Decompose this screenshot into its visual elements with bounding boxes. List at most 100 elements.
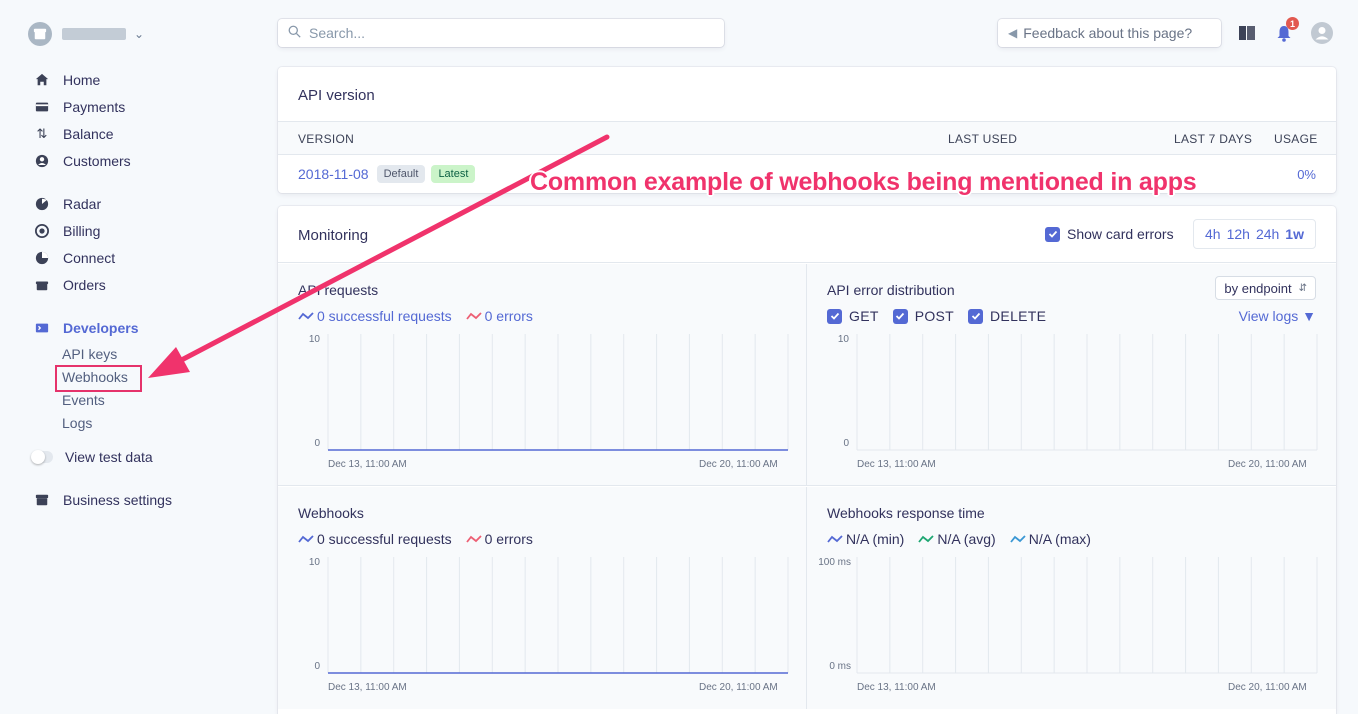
search-input[interactable] [309,25,689,41]
range-12h[interactable]: 12h [1227,226,1250,242]
api-error-distribution-panel: API error distribution by endpoint ⇵ GET… [807,264,1336,486]
x-tick-end: Dec 20, 11:00 AM [699,682,778,693]
chart-plot-area[interactable] [856,334,1318,451]
sidebar-subitem-api-keys[interactable]: API keys [62,344,117,364]
trend-line-icon [298,312,314,320]
sidebar-subitem-events[interactable]: Events [62,390,105,410]
annotation-text: Common example of webhooks being mention… [530,168,1197,196]
sidebar-item-home[interactable]: Home [33,70,100,90]
legend-avg[interactable]: N/A (avg) [918,531,996,547]
panel-title: Webhooks [298,505,364,521]
method-filters: GET POST DELETE [827,308,1060,324]
updown-chevron-icon: ⇵ [1298,282,1307,294]
legend-label: N/A (max) [1028,531,1091,547]
chart-legend: 0 successful requests 0 errors [298,531,547,547]
column-header: LAST 7 DAYS [1174,132,1253,146]
card-title: Monitoring [298,227,369,244]
account-switcher[interactable]: ⌄ [28,22,144,46]
user-avatar-icon[interactable] [1311,22,1333,44]
sidebar-item-business-settings[interactable]: Business settings [33,490,172,510]
sidebar-item-label: Radar [63,196,102,212]
feedback-button[interactable]: ◀︎ Feedback about this page? [998,19,1221,47]
checkbox-checked-icon[interactable] [1045,226,1060,242]
api-version-link[interactable]: 2018-11-08 [298,166,369,182]
filter-label: POST [914,308,955,324]
customers-icon [33,152,51,170]
legend-min[interactable]: N/A (min) [827,531,904,547]
sidebar-item-label: Balance [63,126,114,142]
filter-delete[interactable]: DELETE [968,308,1046,324]
range-24h[interactable]: 24h [1256,226,1279,242]
legend-success[interactable]: 0 successful requests [298,308,452,324]
view-test-data-toggle[interactable]: View test data [31,447,153,467]
table-header: VERSION LAST USED LAST 7 DAYS USAGE [278,121,1336,155]
filter-label: DELETE [990,308,1047,324]
panel-title: API requests [298,282,379,298]
sidebar-item-label: Orders [63,277,106,293]
legend-errors[interactable]: 0 errors [465,308,533,324]
sidebar-item-orders[interactable]: Orders [33,275,106,295]
legend-errors[interactable]: 0 errors [465,531,533,547]
sidebar-item-developers[interactable]: Developers [33,318,138,338]
trend-line-icon [918,535,934,543]
checkbox-checked-icon[interactable] [968,308,984,324]
legend-label: 0 errors [484,308,533,324]
sidebar-item-connect[interactable]: Connect [33,248,115,268]
checkbox-checked-icon[interactable] [827,308,842,324]
sidebar-item-payments[interactable]: Payments [33,97,125,117]
checkbox-label: Show card errors [1067,226,1174,242]
legend-label: 0 errors [484,531,533,547]
toggle-switch[interactable] [31,450,53,464]
by-endpoint-dropdown[interactable]: by endpoint ⇵ [1215,276,1316,300]
default-badge: Default [376,165,426,183]
show-card-errors-checkbox[interactable]: Show card errors [1045,226,1174,242]
y-tick-min: 0 [314,438,320,449]
notifications-bell-icon[interactable]: 1 [1273,17,1299,44]
dropdown-value: by endpoint [1224,280,1292,296]
sidebar-subitem-logs[interactable]: Logs [62,413,92,433]
range-4h[interactable]: 4h [1205,226,1221,242]
range-1w[interactable]: 1w [1285,226,1304,242]
sidebar-item-balance[interactable]: ⇅ Balance [33,124,114,144]
megaphone-icon: ◀︎ [1008,26,1018,40]
usage-value: 0% [1297,167,1316,182]
checkbox-checked-icon[interactable] [892,308,908,324]
connect-icon [33,249,51,267]
column-header: LAST USED [948,132,1018,146]
notification-badge: 1 [1286,17,1299,30]
x-tick-start: Dec 13, 11:00 AM [857,682,936,693]
link-label: View logs [1238,308,1299,324]
x-tick-end: Dec 20, 11:00 AM [1228,682,1307,693]
store-icon [33,491,51,509]
trend-line-icon [1010,535,1026,543]
chart-legend: 0 successful requests 0 errors [298,308,547,324]
feedback-label: Feedback about this page? [1023,25,1193,41]
x-tick-start: Dec 13, 11:00 AM [857,459,936,470]
sidebar-item-billing[interactable]: Billing [33,221,100,241]
view-logs-link[interactable]: View logs ▼ [1239,308,1316,324]
y-tick-min: 0 ms [829,661,851,672]
sidebar-item-radar[interactable]: Radar [33,194,101,214]
sidebar-item-customers[interactable]: Customers [33,151,131,171]
payments-icon [33,98,51,116]
docs-book-icon[interactable] [1236,22,1258,44]
column-header: VERSION [298,132,355,146]
trend-line-icon [465,535,482,543]
sidebar-item-label: Billing [63,223,101,239]
toggle-label: View test data [65,449,153,465]
search-bar[interactable] [278,19,724,47]
filter-post[interactable]: POST [892,308,955,324]
chart-plot-area[interactable] [856,557,1318,674]
legend-success[interactable]: 0 successful requests [298,531,452,547]
filter-label: GET [849,308,879,324]
filter-get[interactable]: GET [827,308,879,324]
filter-funnel-icon: ▼ [1302,308,1316,324]
chart-plot-area[interactable] [327,557,789,674]
legend-max[interactable]: N/A (max) [1010,531,1091,547]
api-requests-panel: API requests 0 successful requests 0 err… [278,264,807,486]
card-title: API version [298,87,375,104]
chart-grid [327,557,789,674]
chart-grid [327,334,789,451]
sidebar-item-label: Developers [63,320,139,336]
chart-plot-area[interactable] [327,334,789,451]
